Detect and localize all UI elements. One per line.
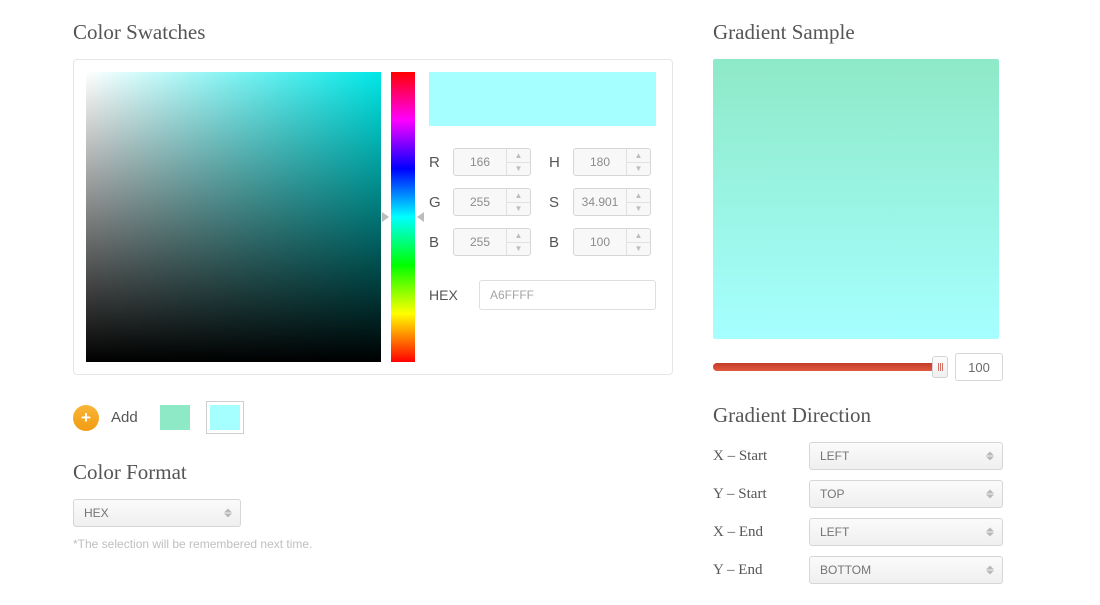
select-arrows-icon [986, 528, 994, 537]
color-format-value: HEX [84, 506, 109, 520]
color-format-title: Color Format [73, 460, 673, 485]
g-step-down[interactable]: ▼ [507, 203, 530, 216]
b-hsb-label: B [549, 234, 563, 251]
y-end-select[interactable]: BOTTOM [809, 556, 1003, 584]
add-swatch-button[interactable]: + [73, 405, 99, 431]
hue-slider[interactable] [391, 72, 415, 362]
current-color-preview [429, 72, 543, 126]
b-rgb-step-up[interactable]: ▲ [507, 229, 530, 243]
plus-icon: + [81, 408, 91, 428]
color-picker-panel: R ▲▼ H ▲▼ [73, 59, 673, 375]
add-swatch-label: Add [111, 409, 138, 426]
gradient-preview [713, 59, 999, 339]
slider-handle[interactable] [932, 356, 948, 378]
g-label: G [429, 194, 443, 211]
r-input[interactable]: ▲▼ [453, 148, 531, 176]
new-color-preview [543, 72, 657, 126]
h-step-down[interactable]: ▼ [627, 163, 650, 176]
gradient-slider[interactable] [713, 358, 941, 376]
color-format-select[interactable]: HEX [73, 499, 241, 527]
r-field[interactable] [454, 149, 506, 175]
x-end-select[interactable]: LEFT [809, 518, 1003, 546]
gradient-sample-title: Gradient Sample [713, 20, 1003, 45]
hex-input[interactable] [479, 280, 656, 310]
s-input[interactable]: ▲▼ [573, 188, 651, 216]
x-end-value: LEFT [820, 525, 849, 539]
x-start-label: X – Start [713, 448, 797, 465]
b-hsb-step-down[interactable]: ▼ [627, 243, 650, 256]
gradient-direction-title: Gradient Direction [713, 403, 1003, 428]
g-field[interactable] [454, 189, 506, 215]
slider-value-input[interactable] [955, 353, 1003, 381]
s-step-up[interactable]: ▲ [627, 189, 650, 203]
b-hsb-field[interactable] [574, 229, 626, 255]
select-arrows-icon [986, 452, 994, 461]
r-step-down[interactable]: ▼ [507, 163, 530, 176]
b-hsb-input[interactable]: ▲▼ [573, 228, 651, 256]
s-step-down[interactable]: ▼ [627, 203, 650, 216]
h-input[interactable]: ▲▼ [573, 148, 651, 176]
x-start-select[interactable]: LEFT [809, 442, 1003, 470]
y-end-label: Y – End [713, 562, 797, 579]
y-end-value: BOTTOM [820, 563, 871, 577]
b-rgb-field[interactable] [454, 229, 506, 255]
h-step-up[interactable]: ▲ [627, 149, 650, 163]
r-label: R [429, 154, 443, 171]
b-rgb-input[interactable]: ▲▼ [453, 228, 531, 256]
y-start-label: Y – Start [713, 486, 797, 503]
b-rgb-step-down[interactable]: ▼ [507, 243, 530, 256]
swatch-1[interactable] [206, 401, 244, 434]
g-step-up[interactable]: ▲ [507, 189, 530, 203]
saturation-value-field[interactable] [86, 72, 381, 362]
h-label: H [549, 154, 563, 171]
color-format-hint: *The selection will be remembered next t… [73, 537, 673, 551]
select-arrows-icon [986, 566, 994, 575]
color-swatches-title: Color Swatches [73, 20, 673, 45]
y-start-select[interactable]: TOP [809, 480, 1003, 508]
hex-label: HEX [429, 287, 465, 303]
y-start-value: TOP [820, 487, 844, 501]
s-label: S [549, 194, 563, 211]
g-input[interactable]: ▲▼ [453, 188, 531, 216]
x-end-label: X – End [713, 524, 797, 541]
swatch-0[interactable] [156, 401, 194, 434]
b-hsb-step-up[interactable]: ▲ [627, 229, 650, 243]
x-start-value: LEFT [820, 449, 849, 463]
h-field[interactable] [574, 149, 626, 175]
select-arrows-icon [986, 490, 994, 499]
b-rgb-label: B [429, 234, 443, 251]
s-field[interactable] [574, 189, 626, 215]
select-arrows-icon [224, 509, 232, 518]
r-step-up[interactable]: ▲ [507, 149, 530, 163]
